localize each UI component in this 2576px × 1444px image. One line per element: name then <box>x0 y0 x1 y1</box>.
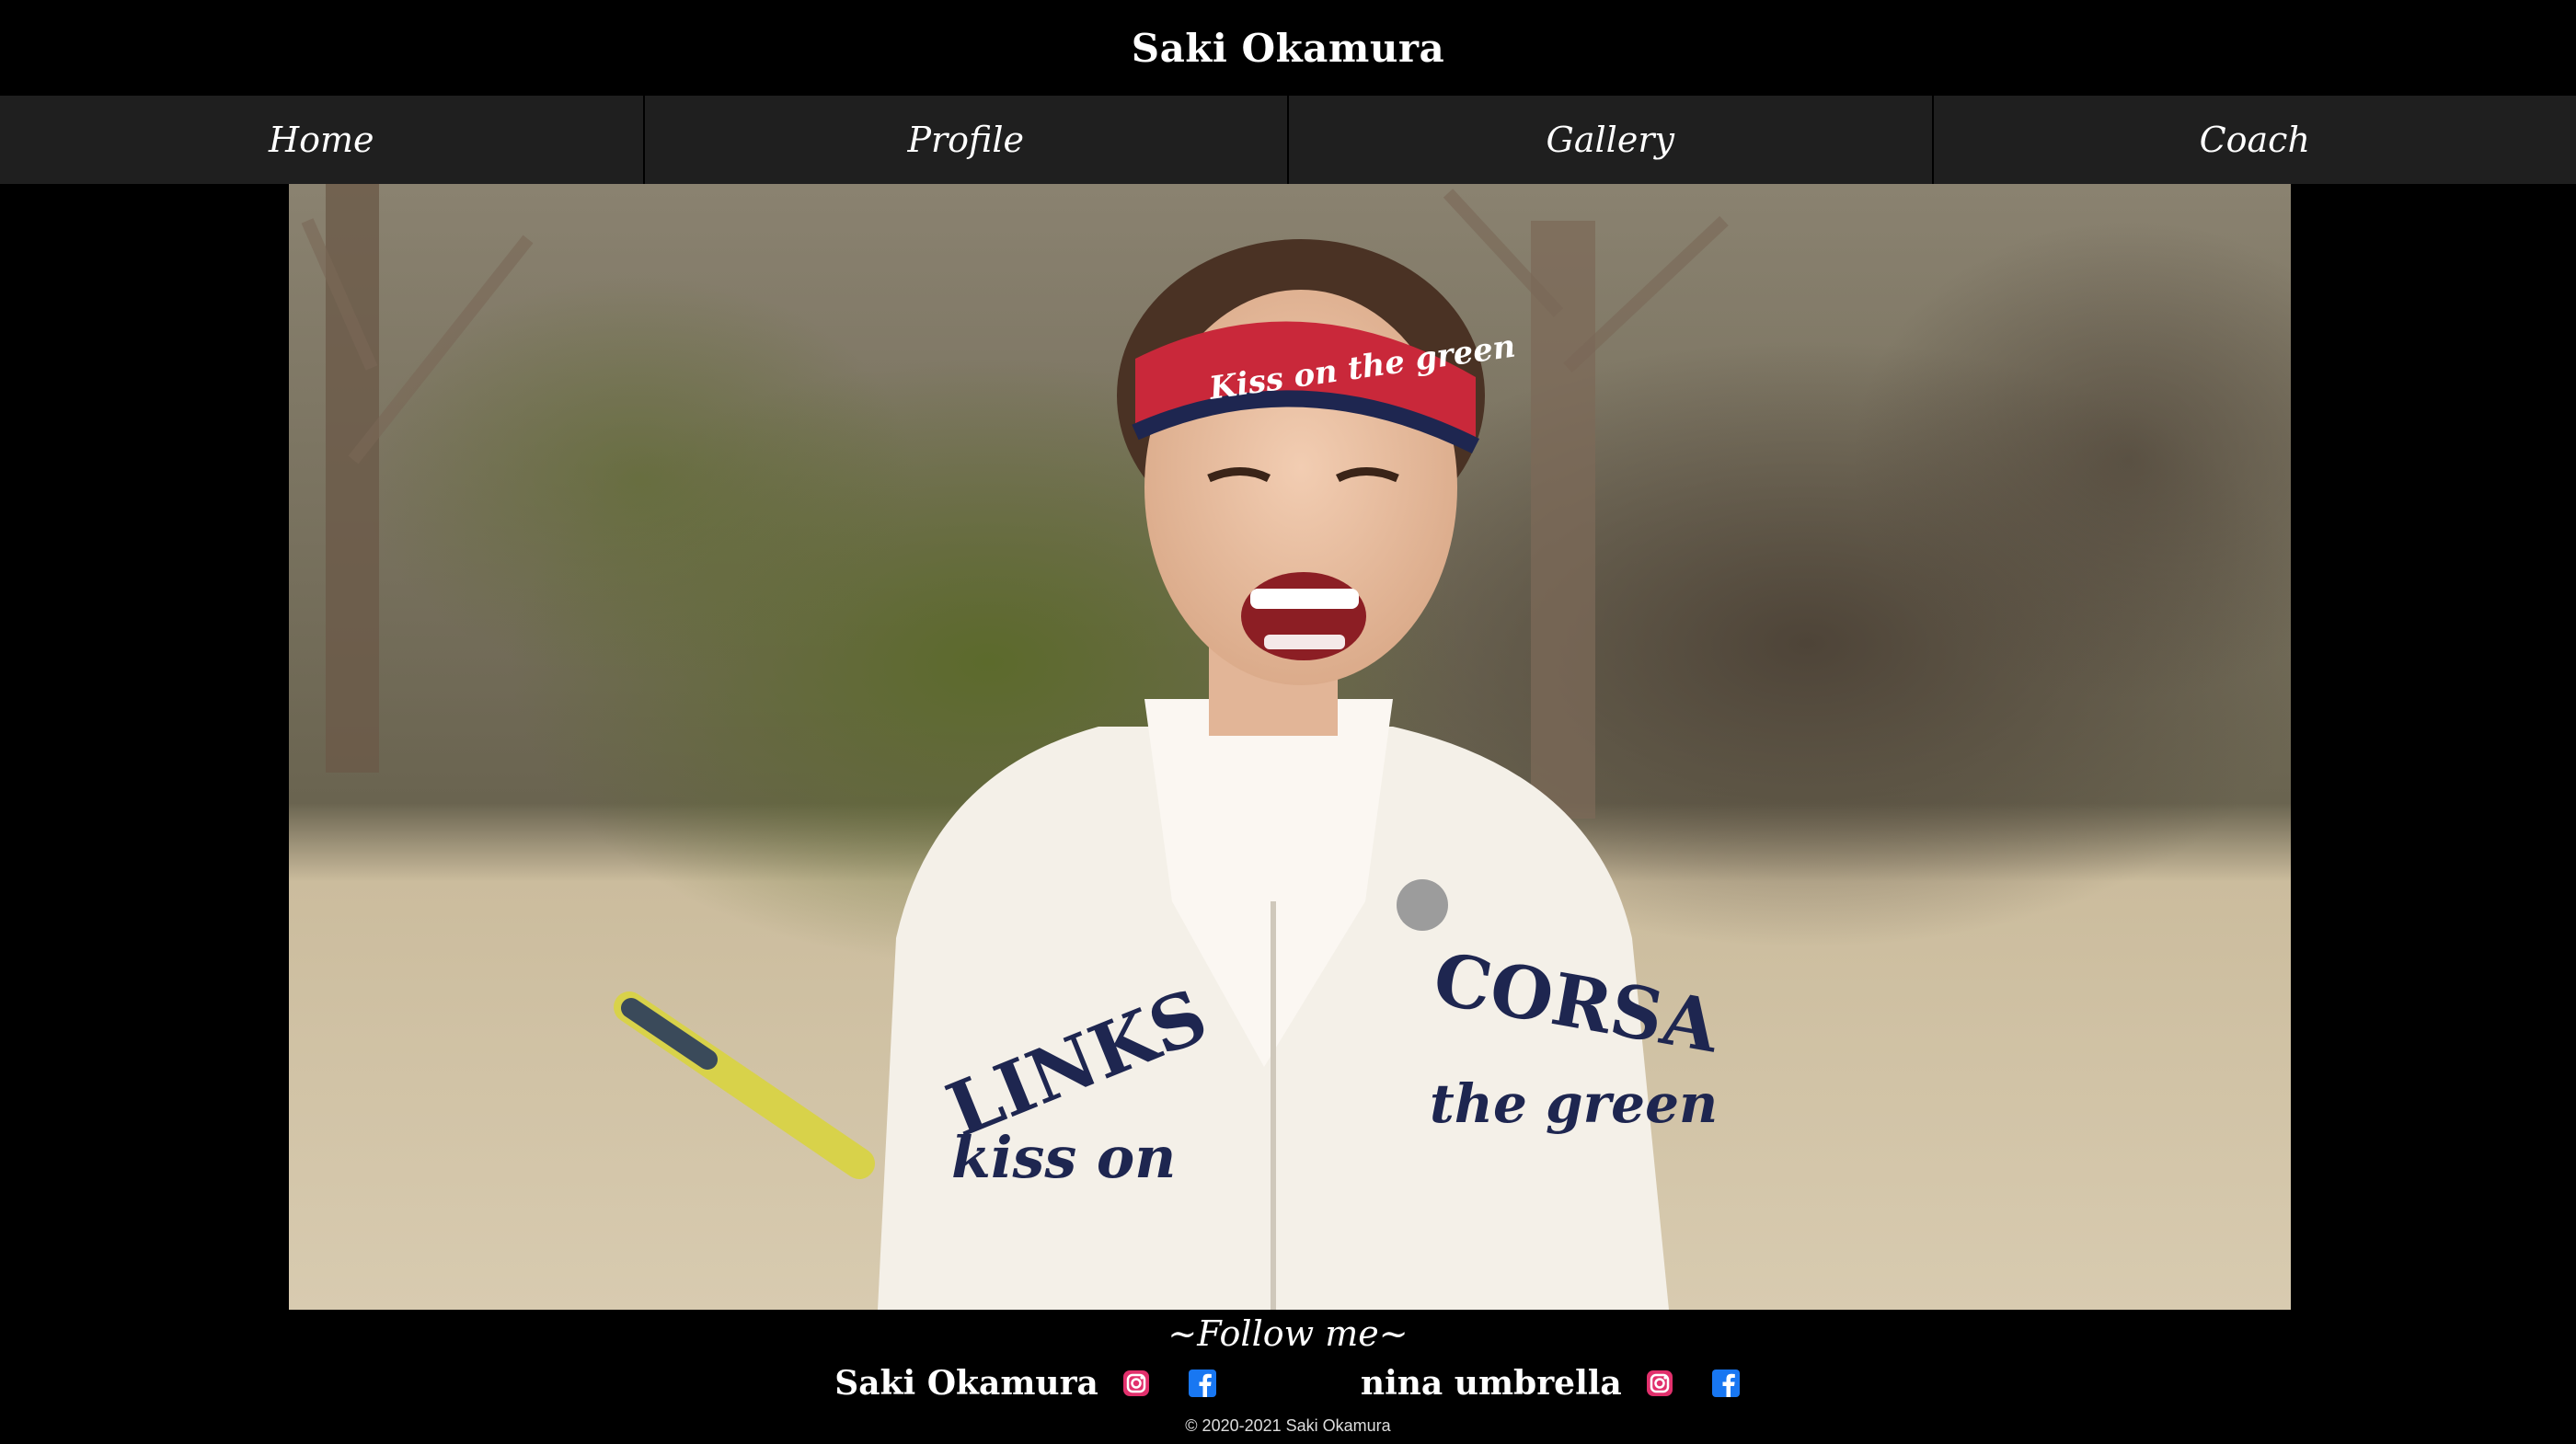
social-group-nina: nina umbrella <box>1361 1364 1742 1403</box>
nav-item-coach[interactable]: Coach <box>1934 96 2576 184</box>
social-name-nina: nina umbrella <box>1360 1364 1622 1403</box>
hero-photo: LINKS CORSA kiss on the green Kiss on th… <box>289 184 2291 1310</box>
jacket-text-kiss: kiss on <box>951 1124 1176 1191</box>
social-group-saki: Saki Okamura <box>834 1364 1218 1403</box>
instagram-icon[interactable] <box>1121 1368 1152 1399</box>
social-name-saki: Saki Okamura <box>834 1364 1098 1403</box>
main-nav: Home Profile Gallery Coach <box>0 96 2576 184</box>
nav-item-profile[interactable]: Profile <box>645 96 1289 184</box>
jacket-text-green: the green <box>1430 1072 1718 1135</box>
facebook-icon[interactable] <box>1710 1368 1742 1399</box>
follow-me-label: ~Follow me~ <box>1167 1313 1409 1354</box>
site-title[interactable]: Saki Okamura <box>0 0 2576 96</box>
nav-item-gallery[interactable]: Gallery <box>1289 96 1934 184</box>
instagram-icon[interactable] <box>1644 1368 1675 1399</box>
copyright-text: © 2020-2021 Saki Okamura <box>1185 1415 1391 1435</box>
nav-item-home[interactable]: Home <box>0 96 645 184</box>
facebook-icon[interactable] <box>1187 1368 1218 1399</box>
social-links: Saki Okamura nina umbrella <box>0 1358 2576 1409</box>
